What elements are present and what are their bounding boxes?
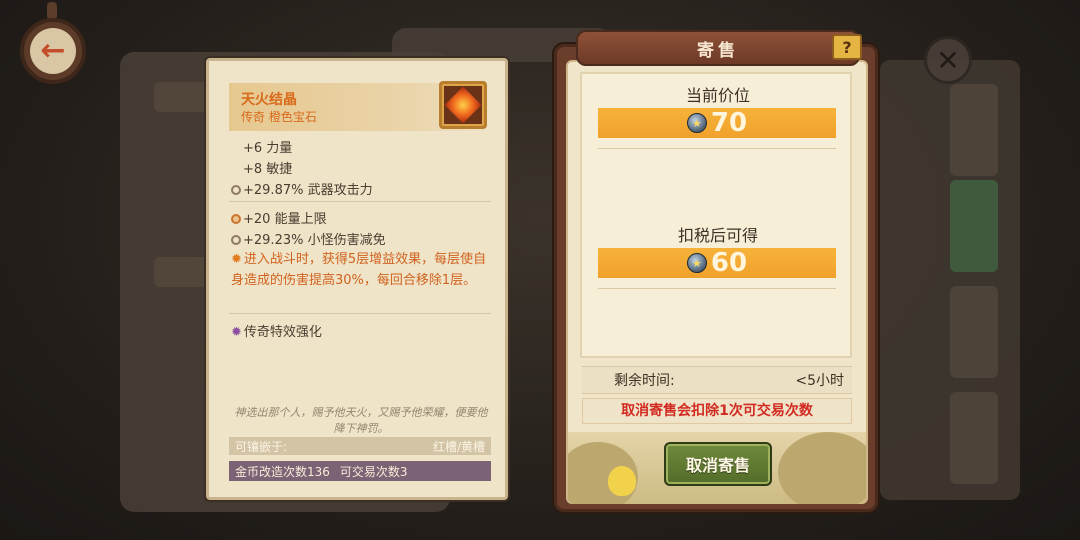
flavor-text: 神选出那个人，赐予他天火，又赐予他荣耀，便要他降下神罚。 (234, 406, 488, 435)
help-icon: ? (842, 37, 852, 57)
item-detail-card: 天火结晶 传奇 橙色宝石 +6 力量 +8 敏捷 +29.87% 武器攻击力 +… (206, 58, 508, 500)
gem-icon (439, 81, 487, 129)
close-icon: ✕ (936, 43, 960, 77)
stat-weapon-attack: +29.87% 武器攻击力 (231, 179, 373, 198)
socket-bullet-icon (231, 235, 241, 245)
side-tab-1 (950, 84, 998, 176)
after-tax-label: 扣税后可得 (677, 226, 758, 245)
back-arrow-icon: ← (30, 28, 76, 74)
side-tab-4 (950, 392, 998, 484)
back-button[interactable]: ← (10, 2, 94, 94)
forge-count: 金币改造次数136 (235, 464, 330, 479)
stat-energy-cap: +20 能量上限 (231, 208, 327, 227)
close-button[interactable]: ✕ (924, 36, 972, 84)
socket-label: 可镶嵌于: (235, 439, 288, 454)
current-price-label: 当前价位 (685, 86, 750, 105)
legend-effect: ✹ 传奇特效强化 (231, 325, 322, 340)
star-icon: ✹ (231, 325, 242, 340)
coin-icon: ★ (686, 253, 707, 273)
after-tax-bar: ★ 60 (598, 248, 836, 278)
divider (229, 313, 491, 314)
current-price-value: 70 (710, 108, 748, 138)
chick-icon (608, 466, 636, 496)
consign-title: 寄售 (697, 40, 739, 61)
coin-icon: ★ (686, 113, 707, 133)
item-effect: ✹ 进入战斗时，获得5层增益效果，每层使自身造成的伤害提高30%，每回合移除1层。 (231, 252, 487, 288)
forge-row: 金币改造次数136 可交易次数3 (229, 461, 491, 481)
side-tab-2 (950, 180, 998, 272)
cancel-warning: 取消寄售会扣除1次可交易次数 (582, 398, 852, 424)
star-icon: ✹ (231, 252, 242, 267)
after-tax-value: 60 (710, 248, 748, 278)
socket-bullet-icon (231, 185, 241, 195)
divider (598, 288, 836, 289)
remaining-time-row: 剩余时间: <5小时 (582, 366, 852, 394)
side-tab-3 (950, 286, 998, 378)
socket-value: 红槽/黄槽 (432, 439, 485, 454)
remaining-time-label: 剩余时间: (614, 373, 675, 389)
socket-bullet-icon (231, 214, 241, 224)
divider (598, 148, 836, 149)
current-price-bar: ★ 70 (598, 108, 836, 138)
stat-strength: +6 力量 (243, 141, 293, 156)
help-button[interactable]: ? (832, 34, 862, 60)
item-name: 天火结晶 (241, 92, 297, 108)
item-rarity: 传奇 橙色宝石 (241, 110, 317, 124)
consign-title-bar: 寄售 (576, 30, 860, 66)
remaining-time-value: <5小时 (795, 373, 844, 389)
stat-minion-reduction: +29.23% 小怪伤害减免 (231, 229, 386, 248)
price-box: 当前价位 ★ 70 扣税后可得 ★ 60 (580, 72, 852, 358)
stat-agility: +8 敏捷 (243, 162, 293, 177)
socket-row: 可镶嵌于: 红槽/黄槽 (229, 437, 491, 455)
trade-count: 可交易次数3 (339, 464, 408, 479)
divider (229, 201, 491, 202)
cancel-consign-button[interactable]: 取消寄售 (664, 442, 772, 486)
